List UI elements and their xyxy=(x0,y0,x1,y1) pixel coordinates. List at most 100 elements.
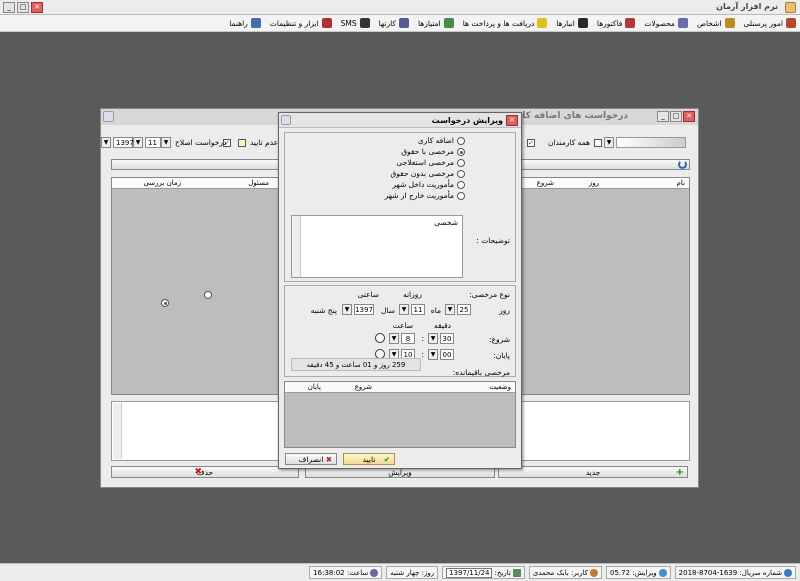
tools-icon xyxy=(321,18,332,28)
request-type-option[interactable]: مأموریت داخل شهر xyxy=(385,179,465,190)
request-type-radio[interactable] xyxy=(457,136,465,145)
request-type-option[interactable]: اضافه کاری xyxy=(385,135,465,146)
request-type-radio[interactable] xyxy=(457,191,465,200)
end-colon: : xyxy=(421,350,424,359)
year-input[interactable]: 1397 xyxy=(354,304,374,315)
calendar-icon xyxy=(512,568,521,577)
month-label: ماه xyxy=(430,306,441,315)
employee-dropdown-arrow[interactable]: ▼ xyxy=(604,137,614,148)
end-minute-input[interactable]: 00 xyxy=(440,349,454,360)
year-dropdown-arrow[interactable]: ▼ xyxy=(133,137,143,148)
all-staff-checkbox[interactable] xyxy=(594,139,602,147)
year-dropdown-arrow[interactable]: ▼ xyxy=(342,304,352,315)
refresh-icon[interactable] xyxy=(678,160,687,169)
status-bar: شماره سریال: 1639-8704-2018 ویرایش: 05.7… xyxy=(0,563,800,581)
invoices-icon xyxy=(625,18,636,28)
start-colon: : xyxy=(421,334,424,343)
description-textarea[interactable]: شخصی xyxy=(291,215,463,278)
request-type-radio[interactable] xyxy=(457,158,465,167)
menu-item-4[interactable]: انبارها xyxy=(556,18,588,28)
dialog-title: ویرایش درخواست xyxy=(431,116,503,125)
col-responsible: مسئول xyxy=(248,179,269,187)
hour-label: ساعت xyxy=(392,321,413,330)
products-icon xyxy=(677,18,688,28)
request-type-option[interactable]: مرخصی استعلاجی xyxy=(385,157,465,168)
menu-item-10[interactable]: راهنما xyxy=(229,18,261,28)
notes-scrollbar[interactable] xyxy=(113,403,122,459)
request-type-option[interactable]: مرخصی با حقوق xyxy=(385,146,465,157)
plus-icon: + xyxy=(675,467,684,478)
all-staff-label: همه کارمندان xyxy=(548,138,590,147)
menu-item-2[interactable]: محصولات xyxy=(644,18,688,28)
menu-item-1[interactable]: اشخاص xyxy=(697,18,735,28)
cancel-icon: ✖ xyxy=(325,455,332,464)
requests-close-button[interactable]: ✕ xyxy=(683,111,695,122)
col-start: شروع xyxy=(536,179,554,187)
cancel-button[interactable]: انصراف ✖ xyxy=(285,453,337,465)
request-type-option[interactable]: مأموریت خارج از شهر xyxy=(385,190,465,201)
menu-item-8[interactable]: SMS xyxy=(341,18,370,28)
col-dlg-end: پایان xyxy=(307,383,321,391)
delete-button[interactable]: حذف ✖ xyxy=(111,466,299,478)
col-day: روز xyxy=(588,179,599,187)
menu-item-3[interactable]: فاکتورها xyxy=(597,18,636,28)
start-minute-arrow[interactable]: ▼ xyxy=(428,333,438,344)
hourly-radio[interactable] xyxy=(161,299,169,307)
month-select[interactable]: 11 xyxy=(145,137,161,148)
hourly-label: ساعتی xyxy=(357,290,379,299)
start-hour-input[interactable]: 8 xyxy=(401,333,415,344)
description-text: شخصی xyxy=(434,218,458,227)
check-icon: ✔ xyxy=(383,455,390,464)
description-scrollbar[interactable] xyxy=(292,216,301,277)
menu-item-5[interactable]: دریافت ها و پرداخت ها xyxy=(463,18,548,28)
menu-item-9[interactable]: ابزار و تنظیمات xyxy=(270,18,332,28)
start-clock-icon[interactable] xyxy=(375,333,385,343)
cards-icon xyxy=(398,18,409,28)
year-label: سال xyxy=(380,306,395,315)
not-approved-checkbox[interactable] xyxy=(238,139,246,147)
day-input[interactable]: 25 xyxy=(457,304,471,315)
remaining-leave-label: مرخصی باقیمانده: xyxy=(452,368,510,377)
year-select[interactable]: 1397 xyxy=(113,137,134,148)
month-dropdown-arrow[interactable]: ▼ xyxy=(399,304,409,315)
menu-item-0[interactable]: امور پرسنلی xyxy=(744,18,796,28)
request-type-radio[interactable] xyxy=(457,147,465,156)
day-dropdown-arrow[interactable]: ▼ xyxy=(445,304,455,315)
request-status-table[interactable]: وضعیت شروع پایان xyxy=(284,381,516,448)
requests-minimize-button[interactable]: _ xyxy=(657,111,669,122)
close-button[interactable]: ✕ xyxy=(31,2,43,13)
clock-icon xyxy=(370,568,379,577)
menu-item-7[interactable]: کارتها xyxy=(379,18,409,28)
menu-item-6[interactable]: امتیازها xyxy=(418,18,454,28)
month-dropdown-arrow[interactable]: ▼ xyxy=(161,137,171,148)
month-input[interactable]: 11 xyxy=(411,304,425,315)
request-type-option[interactable]: مرخصی بدون حقوق xyxy=(385,168,465,179)
app-logo-icon xyxy=(785,2,796,13)
not-approved-label: عدم تایید xyxy=(250,138,279,147)
minute-label: دقیقه xyxy=(433,321,451,330)
confirm-button[interactable]: تایید ✔ xyxy=(343,453,395,465)
end-label: پایان: xyxy=(493,351,510,360)
dialog-close-button[interactable]: ✕ xyxy=(506,115,518,126)
daily-radio[interactable] xyxy=(204,291,212,299)
filter-checkbox[interactable] xyxy=(527,139,535,147)
start-minute-input[interactable]: 30 xyxy=(440,333,454,344)
request-type-radio[interactable] xyxy=(457,169,465,178)
warehouse-icon xyxy=(577,18,588,28)
status-table-header: وضعیت شروع پایان xyxy=(285,382,515,393)
day-label: روز xyxy=(499,306,510,315)
employee-search-input[interactable] xyxy=(616,137,686,148)
minimize-button[interactable]: _ xyxy=(3,2,15,13)
new-button[interactable]: جدید + xyxy=(498,466,688,478)
end-minute-arrow[interactable]: ▼ xyxy=(428,349,438,360)
maximize-button[interactable]: □ xyxy=(17,2,29,13)
remaining-leave-value: 259 روز و 01 ساعت و 45 دقیقه xyxy=(291,358,421,371)
requests-maximize-button[interactable]: □ xyxy=(670,111,682,122)
start-hour-arrow[interactable]: ▼ xyxy=(389,333,399,344)
request-type-radio[interactable] xyxy=(457,180,465,189)
personnel-icon xyxy=(786,18,796,28)
help-icon xyxy=(250,18,261,28)
dialog-pencil-icon xyxy=(281,115,291,125)
weekday-label: پنج شنبه xyxy=(310,306,337,315)
extra-dropdown-arrow[interactable]: ▼ xyxy=(101,137,111,148)
